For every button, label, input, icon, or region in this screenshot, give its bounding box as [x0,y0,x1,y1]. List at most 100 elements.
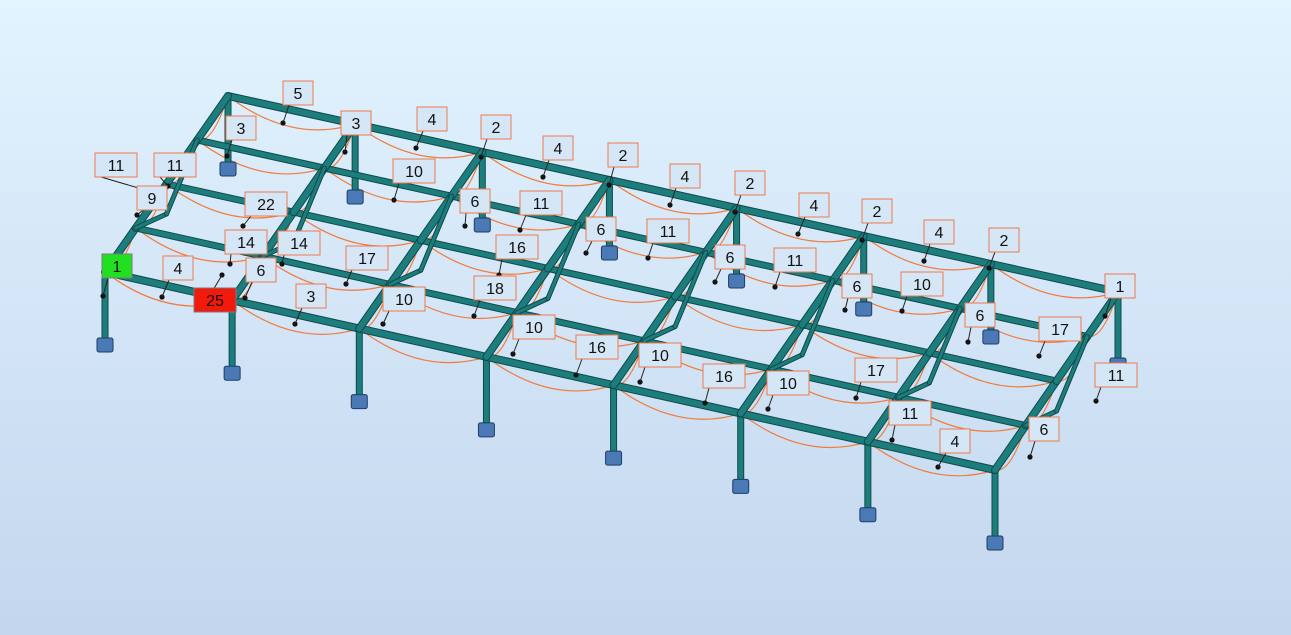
base-support[interactable] [982,329,1000,345]
node-label-text: 11 [787,253,804,270]
structure-3d-view[interactable]: 53 3 4 24 24 24 24 211 11910622 116 1114 14 166 11171… [0,0,1291,635]
purlin-face [672,294,805,328]
base-support[interactable] [473,217,491,233]
node-label-15: 9 [136,185,168,211]
node-label-19: 11 [519,190,563,216]
node-label-text: 11 [902,406,919,423]
node-label-24: 16 [495,234,539,260]
node-label-text: 6 [597,222,606,239]
node-label-text: 10 [525,320,543,337]
node-label-text: 10 [405,164,423,181]
label-leader-line [1029,440,1036,458]
base-support[interactable] [96,337,114,353]
node-label-30: 6 [245,257,277,283]
node-label-text: 3 [307,289,316,306]
node-label-text: 16 [588,340,606,357]
label-leader-line [585,240,593,254]
node-label-text: 10 [913,277,931,294]
node-label-41: 16 [575,334,619,360]
node-label-6: 2 [607,142,639,168]
node-label-text: 1 [1116,279,1125,296]
node-label-text: 4 [951,434,960,451]
node-label-text: 11 [167,158,184,175]
node-label-text: 4 [935,225,944,242]
node-label-text: 2 [1000,233,1009,250]
node-label-7: 4 [669,163,701,189]
node-label-text: 16 [508,240,526,257]
base-support[interactable] [605,450,623,466]
label-leader-line [647,242,654,259]
node-label-text: 11 [660,224,677,241]
node-label-text: 11 [108,158,125,175]
base-support[interactable] [223,365,241,381]
base-support[interactable] [728,273,746,289]
node-label-32: 10 [900,271,944,297]
label-leader-line [575,358,583,376]
label-leader-line [714,268,722,283]
node-label-25: 6 [714,244,746,270]
node-label-text: 3 [237,121,246,138]
rafter-face [957,261,994,312]
node-label-47: 11 [888,400,932,426]
purlin-face [545,265,678,300]
purlin-face [483,353,617,389]
rafter-face [194,93,231,143]
node-label-text: 4 [428,112,437,129]
purlin-face [987,261,1121,295]
node-label-18: 22 [244,191,288,217]
node-label-text: 3 [352,116,361,133]
base-support[interactable] [219,161,237,177]
node-label-text: 4 [554,141,563,158]
purlin-face [194,137,327,171]
base-support[interactable] [346,189,364,205]
node-label-36: 10 [382,286,426,312]
node-label-text: 16 [715,369,733,386]
node-label-text: 2 [492,120,501,137]
node-label-text: 4 [681,169,690,186]
model-viewport[interactable]: 5 3 3 4 2 4 2 4 2 4 2 4 2 11 11 9 10 6 22 11 6 11 14 14 16 6 11 17 1… [0,0,1291,635]
purlin-face [864,438,998,473]
label-leader-line [891,424,896,441]
node-label-2: 3 [340,110,372,136]
node-label-text: 14 [290,236,308,253]
node-label-13: 11 [94,152,138,178]
node-label-35: 3 [295,283,327,309]
node-label-38: 6 [964,302,996,328]
node-label-text: 17 [358,251,376,268]
node-label-28: 1 [101,253,133,279]
base-support[interactable] [600,245,618,261]
node-label-46: 10 [766,370,810,396]
node-label-29: 4 [162,255,194,281]
base-support[interactable] [859,507,877,523]
base-support[interactable] [732,478,750,494]
node-label-text: 10 [395,292,413,309]
node-label-11: 4 [923,219,955,245]
base-support[interactable] [855,301,873,317]
label-leader-line [639,366,646,383]
node-label-text: 22 [257,197,275,214]
node-label-text: 10 [651,348,669,365]
node-label-text: 6 [471,194,480,211]
node-label-21: 11 [646,218,690,244]
base-support[interactable] [986,535,1004,551]
node-label-20: 6 [585,216,617,242]
node-label-text: 25 [206,293,224,310]
node-label-text: 4 [174,261,183,278]
node-label-14: 11 [153,152,197,178]
node-label-12: 2 [988,227,1020,253]
node-label-23: 14 [277,230,321,256]
node-label-text: 11 [1108,368,1125,385]
node-label-37: 18 [473,275,517,301]
node-label-17: 6 [459,188,491,214]
base-support[interactable] [350,394,368,410]
node-label-43: 16 [702,363,746,389]
node-label-49: 6 [1028,416,1060,442]
base-support[interactable] [477,422,495,438]
node-label-text: 4 [810,198,819,215]
purlin-face [610,382,744,417]
node-label-text: 2 [619,148,628,165]
purlin-face [737,410,871,445]
purlin-face [799,322,932,356]
node-label-40: 17 [1038,316,1082,342]
label-leader-line [704,387,710,404]
